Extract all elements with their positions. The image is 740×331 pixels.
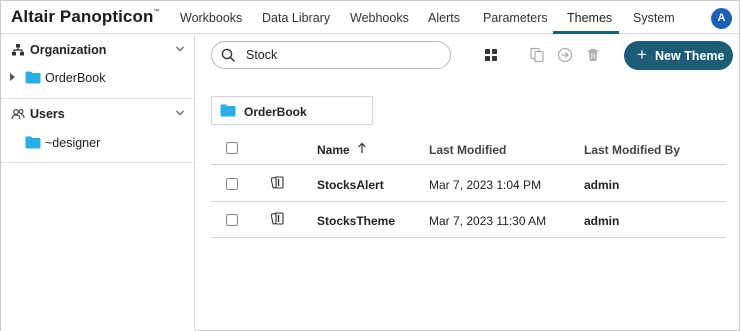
new-theme-label: New Theme	[655, 49, 725, 63]
top-navigation-bar: Altair Panopticon™ Workbooks Data Librar…	[1, 1, 739, 34]
row-checkbox[interactable]	[226, 178, 238, 190]
column-header-last-modified[interactable]: Last Modified	[429, 143, 506, 157]
nav-alerts[interactable]: Alerts	[428, 1, 460, 34]
users-label: Users	[30, 107, 65, 121]
org-tree-icon	[12, 44, 24, 56]
table-row[interactable]: StocksAlert Mar 7, 2023 1:04 PM admin	[211, 166, 726, 202]
search-input[interactable]: Stock	[211, 41, 451, 69]
users-section: Users ~designer	[1, 99, 195, 163]
folder-icon	[25, 71, 41, 84]
nav-system[interactable]: System	[633, 1, 675, 34]
nav-themes[interactable]: Themes	[567, 1, 612, 34]
nav-webhooks[interactable]: Webhooks	[350, 1, 409, 34]
plus-icon: +	[637, 45, 647, 64]
grid-view-icon[interactable]	[483, 47, 499, 63]
expand-caret-icon[interactable]	[10, 73, 15, 81]
column-header-last-modified-by[interactable]: Last Modified By	[584, 143, 680, 157]
folder-tile-label: OrderBook	[244, 105, 307, 119]
nav-workbooks[interactable]: Workbooks	[180, 1, 242, 34]
chevron-down-icon[interactable]	[175, 108, 185, 118]
brand-name: Altair Panopticon	[11, 7, 154, 26]
tree-item-orderbook[interactable]: OrderBook	[1, 66, 195, 90]
user-avatar[interactable]: A	[711, 8, 732, 29]
move-icon[interactable]	[557, 47, 573, 63]
nav-data-library[interactable]: Data Library	[262, 1, 330, 34]
delete-icon[interactable]	[585, 47, 601, 63]
theme-name[interactable]: StocksTheme	[317, 214, 395, 228]
last-modified: Mar 7, 2023 1:04 PM	[429, 178, 542, 192]
folder-icon	[25, 136, 41, 149]
search-value: Stock	[246, 48, 278, 62]
nav-parameters[interactable]: Parameters	[483, 1, 548, 34]
organization-header[interactable]: Organization	[1, 35, 195, 65]
search-icon	[221, 48, 236, 63]
brand-trademark: ™	[153, 9, 160, 15]
sidebar: Organization OrderBook Users ~designer	[1, 35, 195, 331]
select-all-checkbox[interactable]	[226, 142, 238, 154]
theme-icon	[271, 176, 284, 189]
users-icon	[11, 109, 25, 120]
folder-icon	[220, 104, 236, 117]
folder-tile-orderbook[interactable]: OrderBook	[211, 96, 373, 125]
tree-item-label: ~designer	[45, 136, 101, 150]
table-row[interactable]: StocksTheme Mar 7, 2023 11:30 AM admin	[211, 202, 726, 238]
organization-section: Organization OrderBook	[1, 35, 195, 99]
last-modified: Mar 7, 2023 11:30 AM	[429, 214, 547, 228]
new-theme-button[interactable]: + New Theme	[624, 41, 733, 70]
column-header-name[interactable]: Name	[317, 143, 350, 157]
theme-icon	[271, 212, 284, 225]
users-header[interactable]: Users	[1, 99, 195, 129]
app-logo[interactable]: Altair Panopticon™	[11, 7, 160, 27]
table-header: Name Last Modified Last Modified By	[211, 134, 726, 165]
chevron-down-icon[interactable]	[175, 44, 185, 54]
theme-name[interactable]: StocksAlert	[317, 178, 384, 192]
copy-icon[interactable]	[529, 47, 545, 63]
organization-label: Organization	[30, 43, 107, 57]
last-modified-by: admin	[584, 178, 620, 192]
tree-item-designer[interactable]: ~designer	[1, 131, 195, 155]
row-checkbox[interactable]	[226, 214, 238, 226]
sort-ascending-icon[interactable]	[357, 142, 367, 154]
active-tab-indicator	[553, 31, 619, 34]
last-modified-by: admin	[584, 214, 620, 228]
tree-item-label: OrderBook	[45, 71, 106, 85]
